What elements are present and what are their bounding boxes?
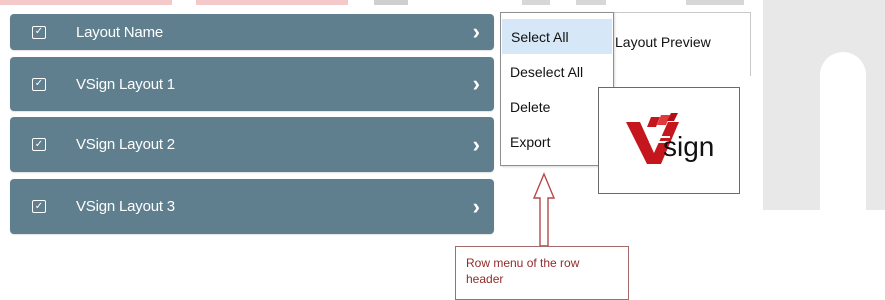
layout-row-1[interactable]: ✓ VSign Layout 1 › bbox=[10, 57, 494, 111]
chevron-right-icon[interactable]: › bbox=[473, 73, 480, 95]
chevron-right-icon[interactable]: › bbox=[473, 21, 480, 43]
checkbox-icon[interactable]: ✓ bbox=[32, 77, 46, 91]
chevron-right-icon[interactable]: › bbox=[473, 195, 480, 218]
row-menu-callout-text: Row menu of the row header bbox=[466, 256, 580, 287]
menu-item-export[interactable]: Export bbox=[501, 124, 613, 159]
vsign-logo-text: sign bbox=[663, 131, 715, 162]
top-tab-gray-4 bbox=[686, 0, 744, 5]
preview-panel-top-border bbox=[598, 12, 750, 13]
top-tab-pink-1 bbox=[0, 0, 172, 5]
background-letter-inner bbox=[820, 52, 866, 212]
top-tab-pink-2 bbox=[196, 0, 348, 5]
layout-preview-title: Layout Preview bbox=[615, 34, 711, 50]
layout-row-1-label: VSign Layout 1 bbox=[76, 75, 175, 93]
top-tab-gray-1 bbox=[374, 0, 408, 5]
preview-panel-side-border bbox=[750, 12, 751, 76]
layout-row-3-label: VSign Layout 3 bbox=[76, 198, 175, 215]
checkbox-icon[interactable]: ✓ bbox=[32, 200, 46, 213]
row-context-menu: Select All Deselect All Delete Export bbox=[500, 12, 614, 166]
checkbox-icon[interactable]: ✓ bbox=[32, 25, 46, 39]
chevron-right-icon[interactable]: › bbox=[473, 133, 480, 156]
up-arrow-icon bbox=[532, 172, 556, 247]
layout-row-2-label: VSign Layout 2 bbox=[76, 136, 175, 153]
layout-row-3[interactable]: ✓ VSign Layout 3 › bbox=[10, 179, 494, 234]
menu-item-select-all[interactable]: Select All bbox=[502, 19, 612, 54]
checkbox-icon[interactable]: ✓ bbox=[32, 138, 46, 151]
menu-item-deselect-all[interactable]: Deselect All bbox=[501, 54, 613, 89]
row-menu-callout: Row menu of the row header bbox=[455, 246, 629, 300]
menu-item-delete[interactable]: Delete bbox=[501, 89, 613, 124]
row-header-label: Layout Name bbox=[76, 23, 164, 41]
row-header[interactable]: ✓ Layout Name › bbox=[10, 14, 494, 50]
top-tab-gray-2 bbox=[522, 0, 550, 5]
vsign-logo-icon: sign bbox=[623, 107, 715, 171]
layout-row-2[interactable]: ✓ VSign Layout 2 › bbox=[10, 117, 494, 172]
layout-preview-box: sign bbox=[598, 87, 740, 194]
top-tab-gray-3 bbox=[576, 0, 606, 5]
